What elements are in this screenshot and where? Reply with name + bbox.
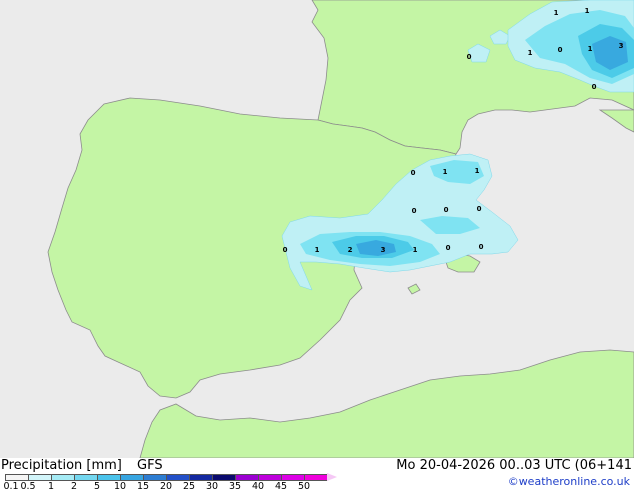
scale-swatch: [166, 474, 189, 481]
scale-swatch: [28, 474, 51, 481]
contour-label: 0: [479, 243, 484, 251]
scale-swatch: [97, 474, 120, 481]
legend-footer: Precipitation [mm] GFS Mo 20-04-2026 00.…: [0, 458, 634, 492]
scale-label: 20: [159, 481, 173, 492]
scale-label: 45: [274, 481, 288, 492]
scale-label: 25: [182, 481, 196, 492]
contour-label: 1: [315, 246, 320, 254]
contour-label: 0: [592, 83, 597, 91]
model-name: GFS: [137, 458, 163, 473]
contour-label: 1: [443, 168, 448, 176]
contour-label: 3: [381, 246, 386, 254]
contour-label: 1: [588, 45, 593, 53]
contour-label: 1: [475, 167, 480, 175]
scale-swatch: [51, 474, 74, 481]
contour-label: 0: [412, 207, 417, 215]
color-scale-bar: [5, 473, 337, 481]
scale-swatch: [5, 474, 28, 481]
scale-swatch: [281, 474, 304, 481]
scale-label: 1: [47, 481, 55, 492]
scale-label: 35: [228, 481, 242, 492]
contour-label: 2: [348, 246, 353, 254]
contour-label: 3: [619, 42, 624, 50]
scale-label: 15: [136, 481, 150, 492]
scale-arrow-icon: [327, 473, 337, 481]
scale-swatch: [235, 474, 258, 481]
forecast-datetime: Mo 20-04-2026 00..03 UTC (06+141: [396, 458, 632, 473]
scale-label: 10: [113, 481, 127, 492]
scale-swatch: [258, 474, 281, 481]
scale-swatch: [74, 474, 97, 481]
scale-label: 50: [297, 481, 311, 492]
contour-label: 0: [283, 246, 288, 254]
contour-label: 0: [467, 53, 472, 61]
contour-label: 0: [477, 205, 482, 213]
precipitation-map: 0 1 2 3 1 0 0 0 1 1 0 0 0 1 1 0 1 0 1 3 …: [0, 0, 634, 458]
scale-label: 2: [70, 481, 78, 492]
scale-swatch: [189, 474, 212, 481]
scale-label: 40: [251, 481, 265, 492]
scale-swatch: [120, 474, 143, 481]
contour-label: 0: [446, 244, 451, 252]
scale-label: 0.5: [20, 481, 36, 492]
credit-link[interactable]: ©weatheronline.co.uk: [508, 475, 630, 488]
contour-label: 1: [413, 246, 418, 254]
contour-label: 0: [411, 169, 416, 177]
contour-label: 0: [558, 46, 563, 54]
contour-label: 1: [585, 7, 590, 15]
scale-swatch: [212, 474, 235, 481]
scale-label: 30: [205, 481, 219, 492]
contour-label: 1: [528, 49, 533, 57]
contour-label: 0: [444, 206, 449, 214]
scale-label: 0.1: [3, 481, 19, 492]
contour-label: 1: [554, 9, 559, 17]
scale-swatch: [143, 474, 166, 481]
scale-label: 5: [93, 481, 101, 492]
map-title: Precipitation [mm]: [1, 458, 122, 473]
scale-swatch: [304, 474, 327, 481]
